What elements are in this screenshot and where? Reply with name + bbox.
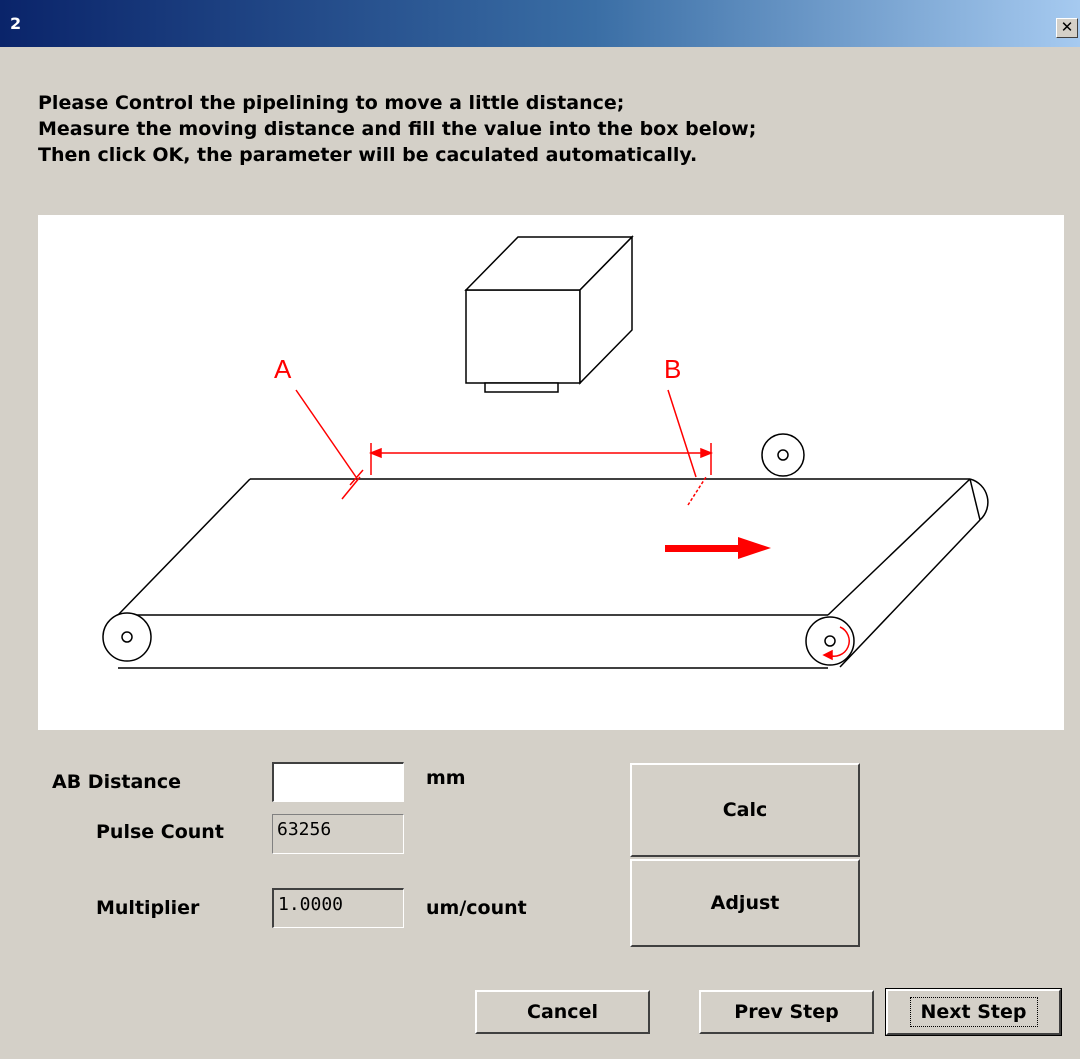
instruction-line: Measure the moving distance and fill the… — [38, 118, 757, 140]
conveyor-belt-icon — [102, 478, 989, 669]
pulse-count-label: Pulse Count — [96, 821, 224, 843]
next-step-button[interactable]: Next Step — [885, 988, 1062, 1036]
close-icon[interactable]: ✕ — [1056, 18, 1078, 38]
next-step-button-label: Next Step — [909, 997, 1038, 1027]
measurement-markers — [295, 389, 714, 506]
calc-button[interactable]: Calc — [630, 763, 860, 857]
ab-distance-input[interactable] — [272, 762, 404, 802]
pulse-count-field: 63256 — [272, 814, 404, 854]
conveyor-diagram: A B — [38, 215, 1064, 730]
prev-step-button[interactable]: Prev Step — [699, 990, 874, 1034]
ab-distance-label: AB Distance — [52, 771, 181, 793]
instructions: Please Control the pipelining to move a … — [38, 90, 756, 168]
direction-arrow-icon — [665, 537, 771, 559]
roller-icon — [761, 433, 805, 477]
conveyor-illustration: A B — [102, 235, 989, 669]
point-b-label: B — [664, 354, 681, 384]
multiplier-unit: um/count — [426, 897, 527, 919]
title-bar: 2 ✕ — [0, 0, 1080, 47]
camera-icon — [464, 235, 634, 393]
adjust-button-label: Adjust — [710, 892, 780, 914]
ab-distance-unit: mm — [426, 767, 466, 789]
window-title: 2 — [10, 14, 22, 33]
multiplier-label: Multiplier — [96, 897, 200, 919]
cancel-button[interactable]: Cancel — [475, 990, 650, 1034]
instruction-line: Please Control the pipelining to move a … — [38, 92, 625, 114]
cancel-button-label: Cancel — [527, 1001, 598, 1023]
multiplier-field: 1.0000 — [272, 888, 404, 928]
prev-step-button-label: Prev Step — [734, 1001, 839, 1023]
calc-button-label: Calc — [722, 799, 768, 821]
adjust-button[interactable]: Adjust — [630, 859, 860, 947]
point-a-label: A — [274, 354, 292, 384]
instruction-line: Then click OK, the parameter will be cac… — [38, 144, 698, 166]
